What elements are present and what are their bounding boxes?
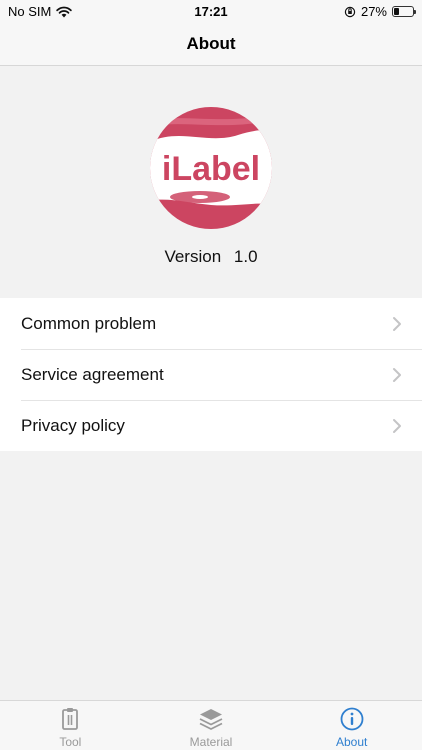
- menu-item-common-problem[interactable]: Common problem: [0, 298, 422, 349]
- info-icon: [340, 707, 364, 731]
- chevron-right-icon: [393, 367, 401, 382]
- menu-item-label: Service agreement: [21, 364, 164, 384]
- version-number: 1.0: [233, 247, 258, 266]
- version-label: Version: [164, 247, 222, 266]
- logo-graphic: iLabel: [150, 107, 272, 229]
- tab-material[interactable]: Material: [141, 701, 282, 750]
- battery-fill: [394, 8, 399, 15]
- tab-about[interactable]: About: [281, 701, 422, 750]
- status-bar: No SIM 17:21 27%: [0, 0, 422, 24]
- battery-percent: 27%: [360, 4, 387, 19]
- logo-text: iLabel: [162, 150, 260, 188]
- version-row: Version 1.0: [0, 247, 422, 267]
- orientation-lock-icon: [344, 6, 356, 17]
- chevron-right-icon: [393, 418, 401, 433]
- tab-tool[interactable]: Tool: [0, 701, 141, 750]
- page-title: About: [186, 34, 236, 53]
- settings-menu: Common problem Service agreement Privacy…: [0, 298, 422, 451]
- battery-icon: [392, 6, 416, 17]
- status-right: 27%: [344, 4, 416, 19]
- navigation-bar: About: [0, 24, 422, 66]
- clipboard-icon: [62, 708, 79, 730]
- app-logo: iLabel: [148, 105, 274, 231]
- menu-item-label: Privacy policy: [21, 415, 125, 435]
- chevron-right-icon: [393, 316, 401, 331]
- menu-item-label: Common problem: [21, 313, 157, 333]
- tab-label: Material: [189, 735, 233, 749]
- tab-label: About: [336, 735, 368, 749]
- menu-item-service-agreement[interactable]: Service agreement: [0, 349, 422, 400]
- tab-bar: Tool Material About: [0, 700, 422, 750]
- tab-label: Tool: [59, 735, 82, 749]
- menu-item-privacy-policy[interactable]: Privacy policy: [0, 400, 422, 451]
- layers-icon: [199, 709, 223, 730]
